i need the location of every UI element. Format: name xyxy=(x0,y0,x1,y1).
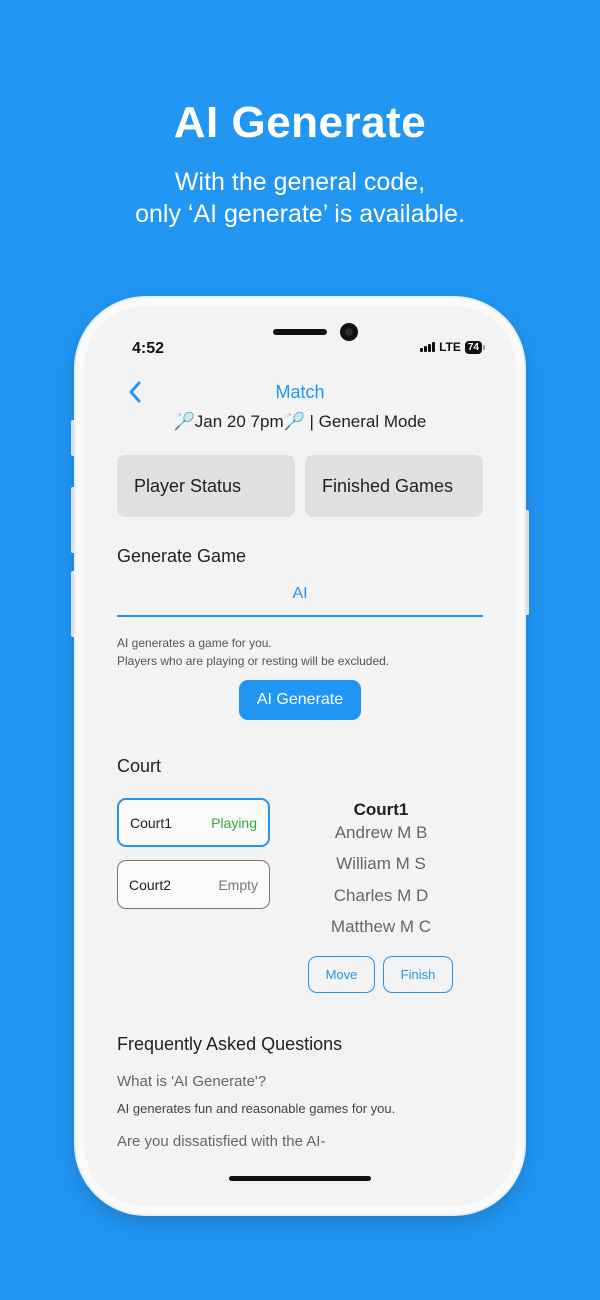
player-name: Matthew M C xyxy=(330,917,432,936)
court-name: Court2 xyxy=(129,876,172,893)
player-name: Charles M D xyxy=(333,886,429,905)
tab-ai[interactable]: AI xyxy=(117,585,483,603)
session-date: Jan 20 7pm xyxy=(194,412,284,431)
finished-games-button[interactable]: Finished Games xyxy=(305,455,483,517)
court-status: Empty xyxy=(218,876,258,893)
court-status: Playing xyxy=(211,814,257,831)
promo-subtitle: With the general code, only ‘AI generate… xyxy=(0,166,600,230)
badminton-icon: 🏸 xyxy=(283,412,305,431)
network-label: LTE xyxy=(439,340,461,354)
badminton-icon: 🏸 xyxy=(173,412,195,431)
faq-question[interactable]: What is 'AI Generate'? xyxy=(117,1073,266,1090)
generate-help-text: AI generates a game for you. Players who… xyxy=(117,634,389,670)
help-line-2: Players who are playing or resting will … xyxy=(117,654,390,668)
generate-game-heading: Generate Game xyxy=(117,546,247,566)
signal-icon xyxy=(420,342,436,352)
battery-icon: 74 xyxy=(464,340,486,354)
speaker-grille xyxy=(273,329,327,335)
ai-generate-button[interactable]: AI Generate xyxy=(239,680,361,720)
front-camera xyxy=(340,323,358,341)
faq-heading: Frequently Asked Questions xyxy=(117,1034,343,1054)
page-title: Match xyxy=(275,382,325,402)
court-heading: Court xyxy=(117,756,162,776)
status-time: 4:52 xyxy=(132,340,165,357)
move-button[interactable]: Move xyxy=(308,956,375,993)
court-card-1[interactable]: Court1 Playing xyxy=(117,798,270,847)
player-status-button[interactable]: Player Status xyxy=(117,455,295,517)
session-info: 🏸Jan 20 7pm🏸 | General Mode xyxy=(84,412,516,432)
finish-button[interactable]: Finish xyxy=(383,956,453,993)
court-name: Court1 xyxy=(130,814,173,831)
promo-subtitle-line-1: With the general code, xyxy=(174,168,426,196)
court-detail-title: Court1 xyxy=(353,800,409,819)
status-indicators: LTE 74 xyxy=(420,340,486,354)
player-name: Andrew M B xyxy=(334,823,428,842)
help-line-1: AI generates a game for you. xyxy=(117,636,272,650)
faq-answer: AI generates fun and reasonable games fo… xyxy=(117,1101,396,1116)
tab-ai-underline xyxy=(117,615,483,617)
promo-subtitle-line-2: only ‘AI generate’ is available. xyxy=(135,200,465,228)
app-screen: 4:52 LTE 74 Match 🏸Jan 20 7pm🏸 | General… xyxy=(84,306,516,1206)
player-name: William M S xyxy=(336,854,426,873)
session-mode: | General Mode xyxy=(309,412,427,431)
home-indicator[interactable] xyxy=(229,1176,371,1181)
promo-title: AI Generate xyxy=(173,98,427,147)
court-card-2[interactable]: Court2 Empty xyxy=(117,860,270,909)
